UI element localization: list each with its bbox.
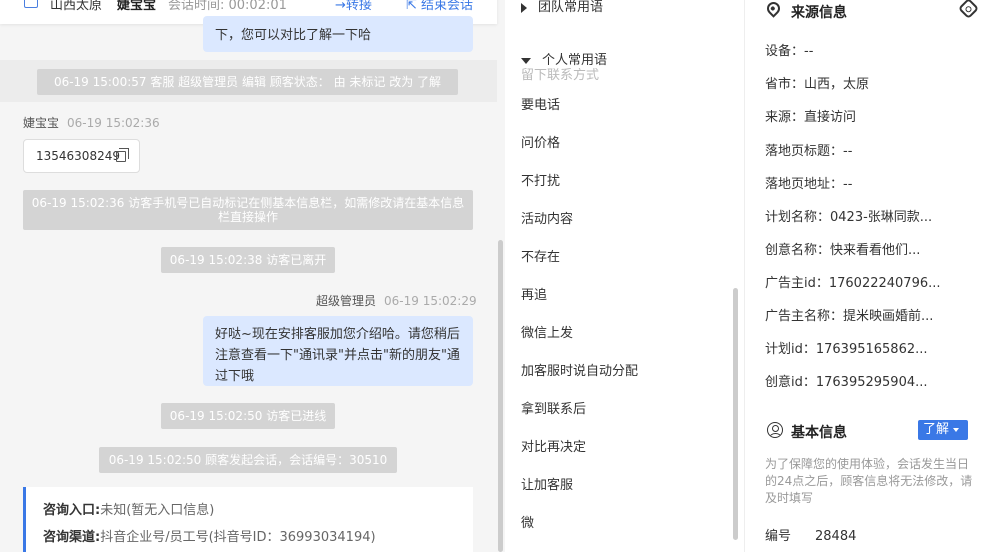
entry-value: 未知(暂无入口信息) (100, 503, 215, 518)
system-message: 06-19 15:00:57 客服 超级管理员 编辑 顾客状态： 由 未标记 改… (37, 69, 458, 95)
visitor-sender-name: 婕宝宝 (23, 116, 60, 130)
visitor-location: 山西太原 (50, 0, 103, 13)
edit-notice: 为了保障您的使用体验，会话发生当日的24点之后，顾客信息将无法修改，请及时填写 (765, 457, 973, 505)
agent-message-bubble: 下，您可以对比了解一下哈 (203, 16, 473, 52)
phrase-item[interactable]: 再追 (521, 284, 547, 303)
info-source: 来源：直接访问 (765, 110, 857, 125)
phrase-item[interactable]: 要电话 (521, 94, 560, 113)
info-plan-name: 计划名称：0423-张琳同款... (765, 210, 933, 225)
channel-value: 抖音企业号/员工号(抖音号ID：36993034194) (100, 530, 376, 545)
team-phrases-group[interactable]: 团队常用语 (521, 0, 603, 15)
info-advertiser-name: 广告主名称：提米映画婚前... (765, 309, 934, 324)
monitor-icon (24, 0, 38, 8)
team-phrases-label: 团队常用语 (538, 0, 604, 15)
agent-sender-name: 超级管理员 (316, 294, 377, 308)
end-session-button[interactable]: ⇱ 结束会话 (406, 0, 473, 13)
phrase-item[interactable]: 拿到联系后 (521, 398, 586, 417)
personal-phrases-group[interactable]: 个人常用语 (521, 49, 618, 68)
chat-scrollbar[interactable] (498, 240, 503, 552)
id-row: 编号 28484 (765, 525, 856, 544)
info-creative-id: 创意id：176395295904... (765, 375, 928, 390)
session-time: 会话时间: 00:02:01 (168, 0, 287, 13)
status-dropdown[interactable]: 了解 (918, 420, 968, 440)
phrase-item[interactable]: 活动内容 (521, 208, 573, 227)
status-dropdown-label: 了解 (923, 422, 950, 437)
agent-sender: 超级管理员 06-19 15:02:29 (316, 292, 477, 309)
id-label: 编号 (765, 529, 792, 544)
phrase-item[interactable]: 微 (521, 512, 534, 531)
info-advertiser-id: 广告主id：176022240796... (765, 276, 941, 291)
consult-entry-card: 咨询入口:未知(暂无入口信息) 咨询渠道:抖音企业号/员工号(抖音号ID：369… (23, 487, 473, 552)
phrases-panel: 团队常用语 留下联系方式 个人常用语 要电话 问价格 不打扰 活动内容 不存在 … (505, 0, 745, 552)
info-panel: 来源信息 设备：-- 省市：山西，太原 来源：直接访问 落地页标题：-- 落地页… (745, 0, 995, 552)
basic-info-title: 基本信息 (791, 425, 847, 441)
caret-down-icon (953, 427, 960, 432)
system-message: 06-19 15:02:50 访客已进线 (161, 403, 335, 429)
info-plan-id: 计划id：176395165862... (765, 342, 928, 357)
source-info-title: 来源信息 (791, 5, 847, 21)
phrases-scrollbar[interactable] (733, 288, 738, 540)
personal-phrases-label: 个人常用语 (542, 53, 608, 68)
info-province-city: 省市：山西，太原 (765, 77, 870, 92)
info-landing-url: 落地页地址：-- (765, 177, 853, 192)
copy-icon[interactable] (116, 148, 129, 162)
info-device: 设备：-- (765, 44, 814, 59)
caret-down-icon (521, 57, 531, 64)
agent-message-bubble: 好哒~现在安排客服加您介绍哈。请您稍后注意查看一下"通讯录"并点击"新的朋友"通… (203, 316, 473, 386)
phrase-item[interactable]: 微信上发 (521, 322, 573, 341)
phrase-item[interactable]: 不存在 (521, 246, 560, 265)
system-message: 06-19 15:02:38 访客已离开 (161, 247, 335, 273)
chat-panel: 山西太原 婕宝宝 会话时间: 00:02:01 →转接 ⇱ 结束会话 下，您可以… (0, 0, 505, 552)
agent-message-time: 06-19 15:02:29 (384, 294, 477, 308)
phrase-item[interactable]: 问价格 (521, 132, 560, 151)
location-pin-icon (764, 0, 783, 18)
visitor-name: 婕宝宝 (117, 0, 157, 13)
agent-message-text: 好哒~现在安排客服加您介绍哈。请您稍后注意查看一下"通讯录"并点击"新的朋友"通… (215, 327, 460, 384)
id-value: 28484 (815, 529, 857, 544)
phrase-item[interactable]: 对比再决定 (521, 436, 586, 455)
phrase-item[interactable]: 加客服时说自动分配 (521, 360, 638, 379)
system-message: 06-19 15:02:36 访客手机号已自动标记在侧基本信息栏，如需修改请在基… (23, 190, 473, 230)
caret-right-icon (521, 2, 527, 13)
agent-message-text: 下，您可以对比了解一下哈 (215, 28, 372, 43)
system-message: 06-19 15:02:50 顾客发起会话，会话编号：30510 (99, 447, 397, 473)
phrase-item[interactable]: 不打扰 (521, 170, 560, 189)
info-creative-name: 创意名称：快来看看他们... (765, 243, 921, 258)
visitor-phone-text: 13546308249 (36, 149, 120, 163)
phrase-item[interactable]: 让加客服 (521, 474, 573, 493)
info-landing-title: 落地页标题：-- (765, 144, 853, 159)
settings-icon[interactable] (957, 0, 980, 20)
channel-label: 咨询渠道: (43, 530, 101, 545)
visitor-message-bubble: 13546308249 (23, 139, 140, 173)
entry-label: 咨询入口: (43, 503, 101, 518)
entry-row: 咨询入口:未知(暂无入口信息) (43, 499, 473, 526)
channel-row: 咨询渠道:抖音企业号/员工号(抖音号ID：36993034194) (43, 526, 473, 552)
visitor-message-time: 06-19 15:02:36 (67, 116, 160, 130)
visitor-sender: 婕宝宝 06-19 15:02:36 (23, 114, 160, 131)
transfer-button[interactable]: →转接 (335, 0, 372, 13)
user-icon (767, 422, 783, 438)
